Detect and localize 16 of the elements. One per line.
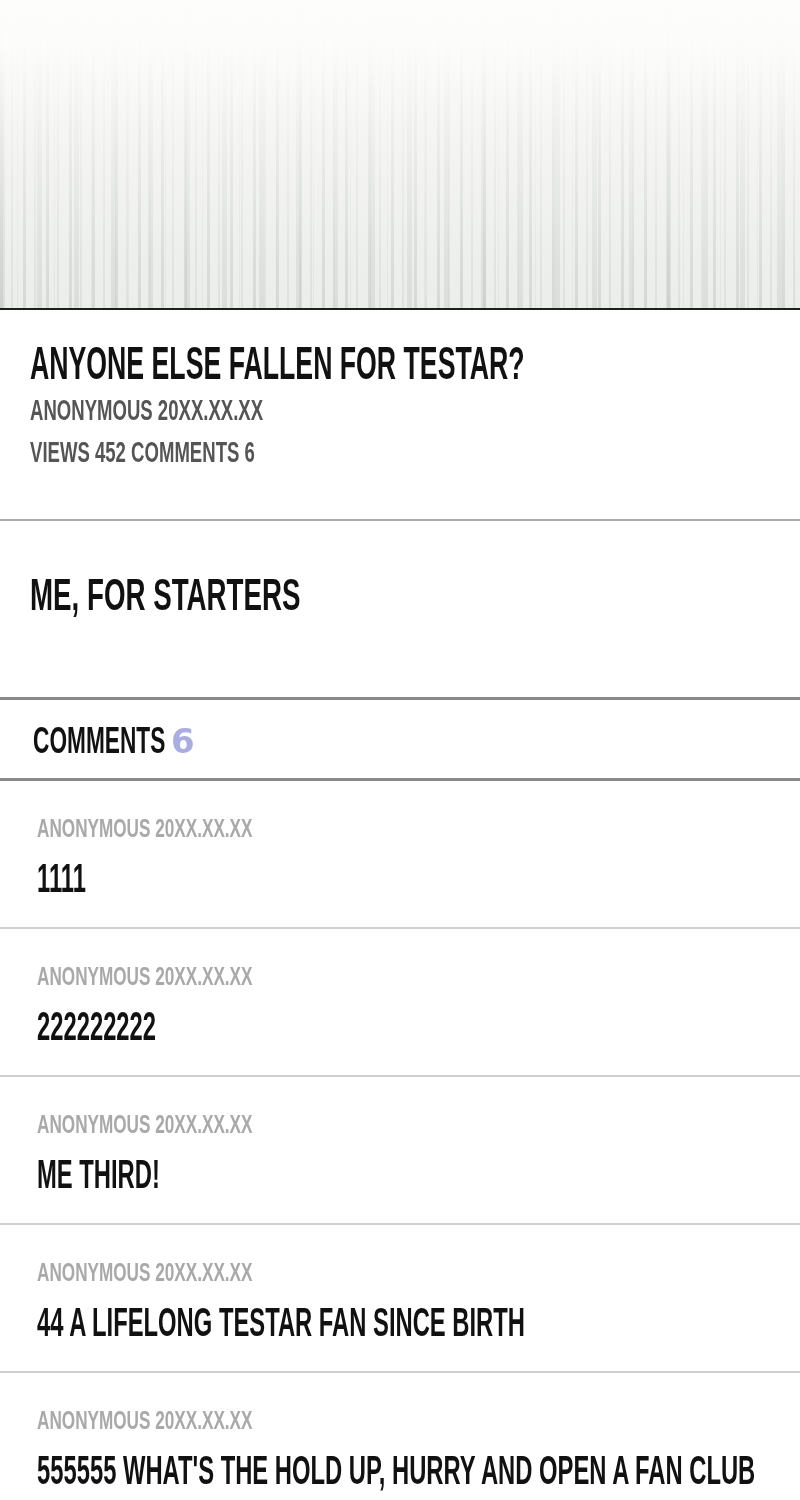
comment-text: ME THIRD!: [37, 1151, 160, 1197]
comment-byline: ANONYMOUS 20XX.XX.XX: [37, 1405, 253, 1435]
comment-byline: ANONYMOUS 20XX.XX.XX: [37, 961, 253, 991]
post-title: ANYONE ELSE FALLEN FOR TESTAR?: [30, 338, 525, 388]
comment-byline: ANONYMOUS 20XX.XX.XX: [37, 813, 253, 843]
post-body: ME, FOR STARTERS: [30, 571, 301, 619]
post-stats: VIEWS 452 COMMENTS 6: [30, 435, 255, 469]
comment-text: 1111: [37, 855, 86, 901]
comment-byline: ANONYMOUS 20XX.XX.XX: [37, 1109, 253, 1139]
comment-text: 555555 WHAT'S THE HOLD UP, HURRY AND OPEN A FAN CLUB: [37, 1447, 756, 1493]
comment-count: 6: [170, 721, 195, 761]
comment-byline: ANONYMOUS 20XX.XX.XX: [37, 1257, 253, 1287]
post-byline: ANONYMOUS 20XX.XX.XX: [30, 393, 264, 427]
comments-heading: COMMENTS: [33, 721, 166, 761]
comment-text: 222222222: [37, 1003, 157, 1049]
comment-text: 44 A LIFELONG TESTAR FAN SINCE BIRTH: [37, 1299, 525, 1345]
